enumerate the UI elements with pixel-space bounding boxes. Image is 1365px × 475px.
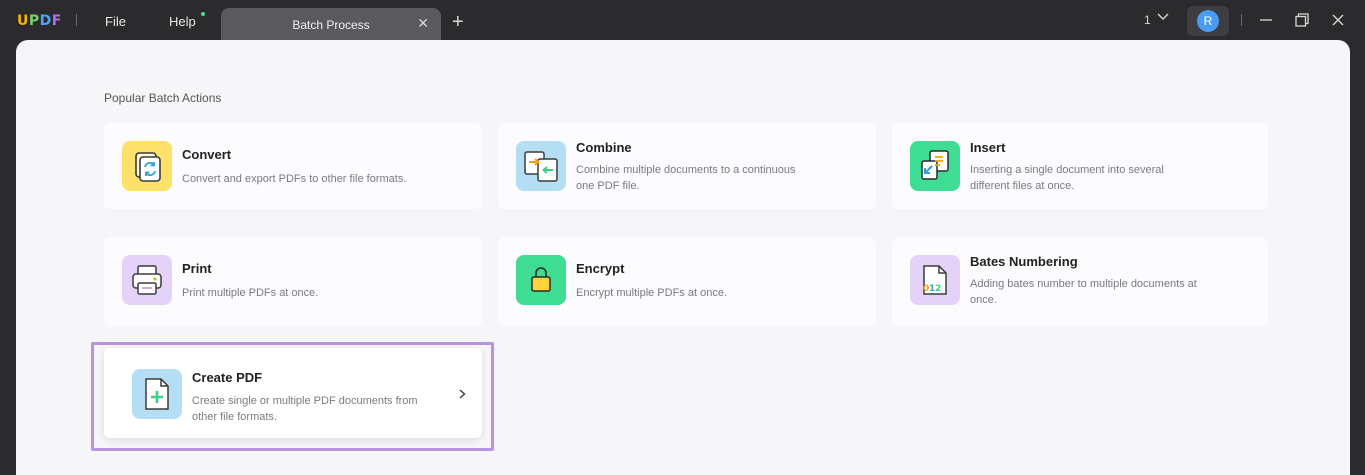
- card-description-line: other file formats.: [192, 411, 277, 423]
- lock-icon: [516, 255, 566, 305]
- card-description-line: different files at once.: [970, 180, 1075, 192]
- card-description-line: Print multiple PDFs at once.: [182, 287, 319, 299]
- card-description-line: Encrypt multiple PDFs at once.: [576, 287, 728, 299]
- card-description-line: Inserting a single document into several: [970, 164, 1164, 176]
- divider: [76, 14, 77, 26]
- title-bar: UPDF File Help Batch Process ✕ + 1 R: [0, 0, 1365, 44]
- card-description: Adding bates number to multiple document…: [970, 276, 1197, 308]
- card-title: Bates Numbering: [970, 254, 1078, 269]
- print-card[interactable]: Print Print multiple PDFs at once.: [104, 237, 482, 326]
- account-button[interactable]: R: [1187, 6, 1229, 36]
- encrypt-card[interactable]: Encrypt Encrypt multiple PDFs at once.: [498, 237, 876, 326]
- logo-letter: F: [51, 13, 62, 29]
- card-title: Convert: [182, 147, 232, 162]
- chevron-right-icon[interactable]: [456, 388, 468, 400]
- updf-logo[interactable]: UPDF: [17, 13, 62, 29]
- convert-card[interactable]: Convert Convert and export PDFs to other…: [104, 123, 482, 209]
- restore-icon[interactable]: [1294, 12, 1310, 28]
- notification-dot: [201, 12, 205, 16]
- card-title: Encrypt: [576, 261, 625, 276]
- menu-help[interactable]: Help: [169, 14, 196, 29]
- new-tab-button[interactable]: +: [452, 12, 464, 32]
- convert-icon: [122, 141, 172, 191]
- logo-letter: U: [17, 13, 29, 29]
- card-description: Inserting a single document into several…: [970, 162, 1164, 194]
- card-description-line: Adding bates number to multiple document…: [970, 278, 1197, 290]
- card-description-line: Combine multiple documents to a continuo…: [576, 164, 796, 176]
- logo-letter: P: [28, 13, 40, 29]
- card-title: Create PDF: [192, 370, 263, 385]
- tab-batch-process[interactable]: Batch Process ✕: [221, 8, 441, 44]
- minimize-icon[interactable]: [1258, 12, 1274, 28]
- logo-letter: D: [39, 13, 52, 29]
- card-description-line: once.: [970, 294, 997, 306]
- svg-text:2: 2: [935, 284, 941, 294]
- menu-file[interactable]: File: [105, 14, 126, 29]
- bates-numbering-card[interactable]: 0 1 2 Bates Numbering Adding bates numbe…: [892, 237, 1268, 326]
- card-description: Encrypt multiple PDFs at once.: [576, 285, 727, 301]
- card-description: Print multiple PDFs at once.: [182, 285, 318, 301]
- insert-icon: [910, 141, 960, 191]
- card-description-line: Create single or multiple PDF documents …: [192, 395, 418, 407]
- card-description: Create single or multiple PDF documents …: [192, 393, 418, 425]
- create-pdf-icon: [132, 369, 182, 419]
- tab-label: Batch Process: [292, 18, 370, 32]
- section-title: Popular Batch Actions: [104, 91, 222, 105]
- batch-process-panel: Popular Batch Actions Convert Convert an…: [16, 40, 1350, 475]
- card-title: Print: [182, 261, 212, 276]
- close-window-icon[interactable]: [1330, 12, 1346, 28]
- card-description-line: one PDF file.: [576, 180, 640, 192]
- card-description: Combine multiple documents to a continuo…: [576, 162, 796, 194]
- bates-number-icon: 0 1 2: [910, 255, 960, 305]
- create-pdf-card[interactable]: Create PDF Create single or multiple PDF…: [104, 348, 482, 438]
- chevron-down-icon[interactable]: [1156, 10, 1170, 24]
- card-description-line: Convert and export PDFs to other file fo…: [182, 173, 407, 185]
- card-title: Combine: [576, 140, 632, 155]
- page-count[interactable]: 1: [1144, 13, 1151, 27]
- print-icon: [122, 255, 172, 305]
- insert-card[interactable]: Insert Inserting a single document into …: [892, 123, 1268, 209]
- combine-card[interactable]: Combine Combine multiple documents to a …: [498, 123, 876, 209]
- card-description: Convert and export PDFs to other file fo…: [182, 171, 406, 187]
- avatar: R: [1197, 10, 1219, 32]
- divider: [1241, 14, 1242, 26]
- close-tab-icon[interactable]: ✕: [417, 15, 429, 32]
- combine-icon: [516, 141, 566, 191]
- card-title: Insert: [970, 140, 1006, 155]
